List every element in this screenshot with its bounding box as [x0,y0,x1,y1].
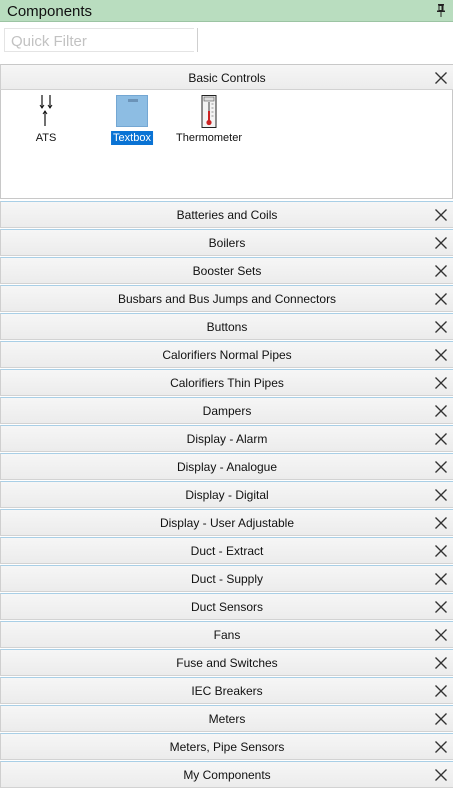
close-icon[interactable] [434,236,448,250]
component-item-thermometer[interactable]: Thermometer [174,95,244,155]
component-label: ATS [35,132,57,144]
group-header[interactable]: Display - Digital [0,481,453,508]
basic-controls-body: ATS Textbox Thermometer [0,90,453,199]
group-header[interactable]: Batteries and Coils [0,201,453,228]
textbox-icon [116,95,148,127]
close-icon[interactable] [434,460,448,474]
group-header[interactable]: Calorifiers Normal Pipes [0,341,453,368]
group-label: Duct - Supply [190,572,264,586]
group-label: Meters, Pipe Sensors [169,740,285,754]
group-header-basic-controls[interactable]: Basic Controls [0,64,453,90]
group-label: Busbars and Bus Jumps and Connectors [117,292,337,306]
group-label: IEC Breakers [191,684,263,698]
group-header[interactable]: Duct - Extract [0,537,453,564]
group-header[interactable]: Boilers [0,229,453,256]
close-icon[interactable] [434,628,448,642]
filter-separator [197,28,198,52]
filter-row [0,22,453,62]
panel-title-bar: Components [0,0,453,22]
close-icon[interactable] [434,768,448,782]
group-header[interactable]: Calorifiers Thin Pipes [0,369,453,396]
close-icon[interactable] [434,264,448,278]
group-label: My Components [183,768,271,782]
close-icon[interactable] [434,712,448,726]
group-header[interactable]: Dampers [0,397,453,424]
close-icon[interactable] [434,71,448,85]
group-header[interactable]: Display - User Adjustable [0,509,453,536]
component-item-textbox[interactable]: Textbox [97,95,167,155]
group-header[interactable]: My Components [0,761,453,788]
close-icon[interactable] [434,320,448,334]
group-header[interactable]: Duct Sensors [0,593,453,620]
group-label: Calorifiers Normal Pipes [162,348,292,362]
close-icon[interactable] [434,572,448,586]
close-icon[interactable] [434,348,448,362]
group-header[interactable]: Duct - Supply [0,565,453,592]
group-label: Display - Alarm [186,432,268,446]
quick-filter-input[interactable] [4,28,194,52]
close-icon[interactable] [434,404,448,418]
group-header[interactable]: Fuse and Switches [0,649,453,676]
close-icon[interactable] [434,684,448,698]
group-label: Booster Sets [192,264,262,278]
group-label: Calorifiers Thin Pipes [170,376,284,390]
group-label: Display - User Adjustable [159,516,295,530]
pin-icon[interactable] [436,4,446,17]
close-icon[interactable] [434,488,448,502]
group-header[interactable]: Fans [0,621,453,648]
component-label: Thermometer [175,132,243,144]
thermometer-icon [201,95,217,128]
group-label: Buttons [206,320,248,334]
close-icon[interactable] [434,208,448,222]
group-label: Fans [213,628,241,642]
group-label: Fuse and Switches [176,656,278,670]
close-icon[interactable] [434,292,448,306]
close-icon[interactable] [434,432,448,446]
close-icon[interactable] [434,656,448,670]
group-label: Duct - Extract [190,544,264,558]
group-label: Dampers [202,404,252,418]
group-label: Display - Analogue [176,460,278,474]
close-icon[interactable] [434,376,448,390]
group-label: Basic Controls [188,71,266,85]
group-header[interactable]: Meters, Pipe Sensors [0,733,453,760]
group-label: Display - Digital [185,488,269,502]
panel-title: Components [7,3,93,20]
close-icon[interactable] [434,516,448,530]
group-header[interactable]: Display - Alarm [0,425,453,452]
group-label: Meters [208,712,246,726]
group-label: Batteries and Coils [176,208,278,222]
ats-icon [39,95,53,126]
group-header[interactable]: Booster Sets [0,257,453,284]
group-label: Boilers [208,236,246,250]
close-icon[interactable] [434,544,448,558]
group-header[interactable]: Display - Analogue [0,453,453,480]
component-item-ats[interactable]: ATS [11,95,81,155]
close-icon[interactable] [434,600,448,614]
group-header[interactable]: Meters [0,705,453,732]
group-header[interactable]: Busbars and Bus Jumps and Connectors [0,285,453,312]
group-label: Duct Sensors [190,600,264,614]
group-header[interactable]: Buttons [0,313,453,340]
component-label: Textbox [111,131,153,145]
group-header[interactable]: IEC Breakers [0,677,453,704]
close-icon[interactable] [434,740,448,754]
